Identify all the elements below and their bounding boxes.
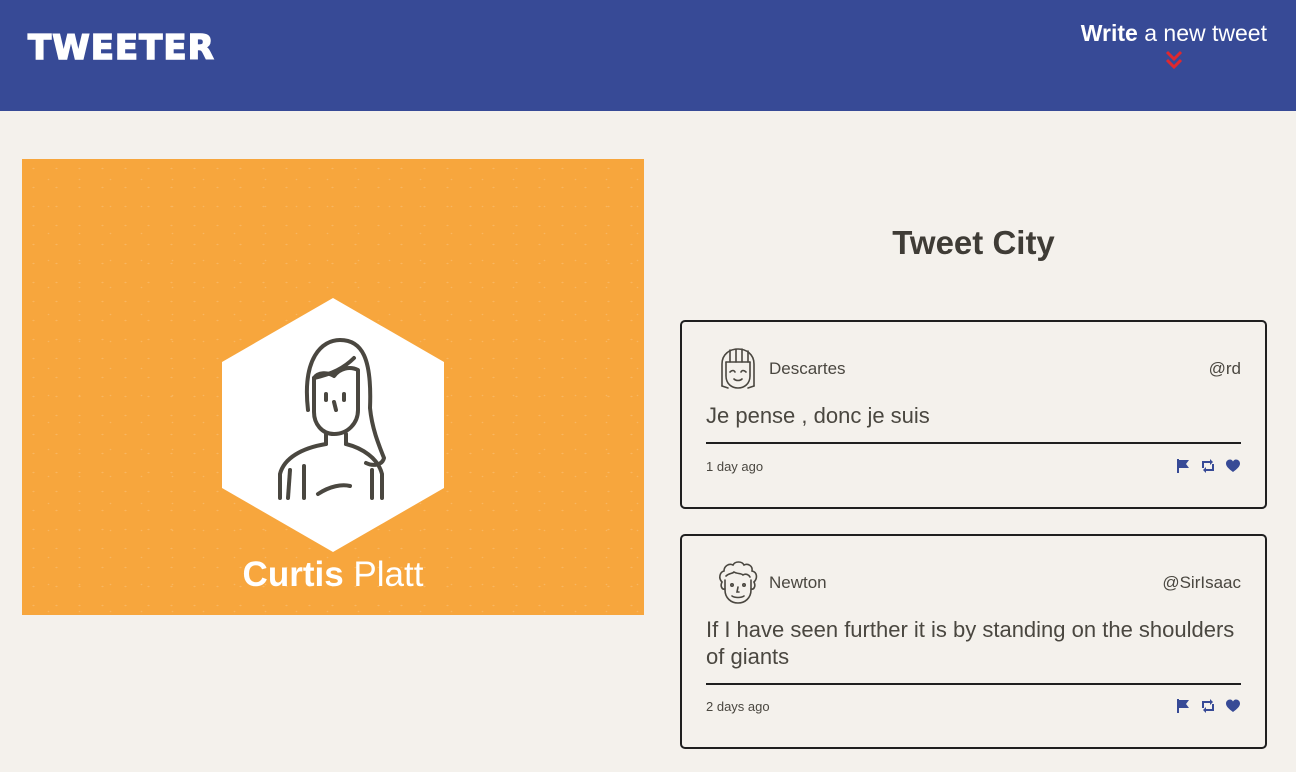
tweet-timestamp: 1 day ago (706, 459, 764, 474)
retweet-icon[interactable] (1200, 458, 1216, 474)
tweet-text: Je pense , donc je suis (706, 403, 930, 428)
brand-logo[interactable]: TWEETER (27, 27, 215, 69)
tweet-author-name[interactable]: Newton (769, 573, 827, 593)
retweet-icon[interactable] (1200, 698, 1216, 714)
tweet-card: Descartes @rd Je pense , donc je suis 1 … (680, 320, 1267, 509)
tweet-author-handle[interactable]: @rd (1209, 359, 1241, 379)
tweet-divider (706, 683, 1241, 685)
heart-icon[interactable] (1225, 698, 1241, 714)
tweet-divider (706, 442, 1241, 444)
tweet-card: Newton @SirIsaac If I have seen further … (680, 534, 1267, 749)
profile-card: Curtis Platt (22, 159, 644, 615)
girl-avatar-icon (721, 348, 755, 389)
tweet-header: Newton @SirIsaac (706, 560, 1241, 606)
tweet-timestamp: 2 days ago (706, 699, 770, 714)
profile-first-name: Curtis (242, 555, 344, 594)
tweet-author-handle[interactable]: @SirIsaac (1162, 573, 1241, 593)
woman-avatar-icon (222, 298, 444, 552)
flag-icon[interactable] (1175, 458, 1191, 474)
heart-icon[interactable] (1225, 458, 1241, 474)
tweet-actions (1175, 698, 1241, 714)
write-tweet-label: Write a new tweet (1080, 20, 1267, 46)
flag-icon[interactable] (1175, 698, 1191, 714)
tweet-text: If I have seen further it is by standing… (706, 617, 1235, 669)
profile-last-name: Platt (343, 555, 424, 594)
top-nav: TWEETER Write a new tweet (0, 0, 1296, 111)
tweet-author-name[interactable]: Descartes (769, 359, 846, 379)
write-tweet-button[interactable]: Write a new tweet (1081, 20, 1267, 71)
curly-hair-avatar-icon (719, 561, 758, 604)
tweet-actions (1175, 458, 1241, 474)
tweet-header: Descartes @rd (706, 346, 1241, 392)
profile-name: Curtis Platt (22, 555, 644, 595)
double-chevron-down-icon (1165, 50, 1182, 70)
feed-title: Tweet City (892, 224, 1055, 261)
